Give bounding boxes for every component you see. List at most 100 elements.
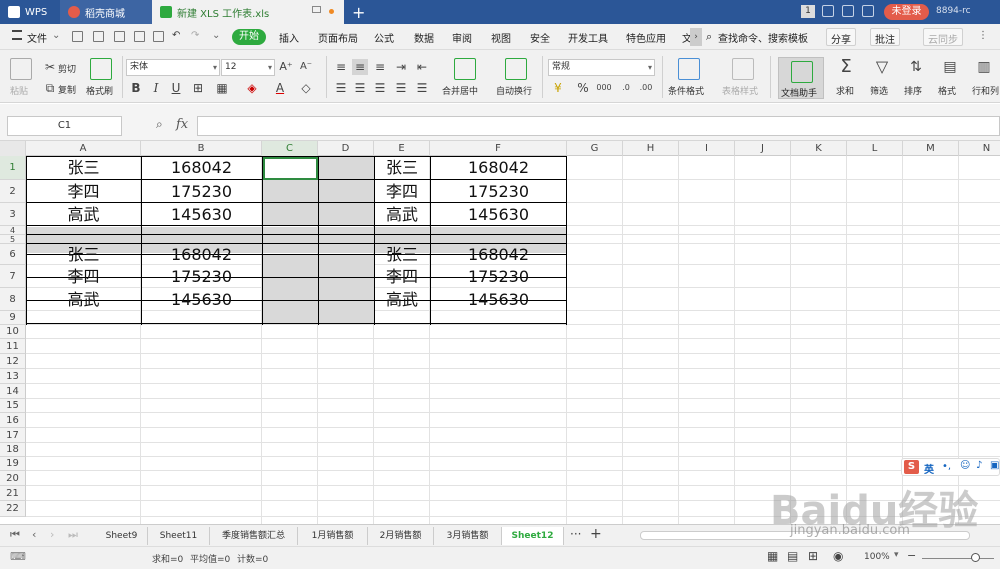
cell-b2[interactable]: 175230: [141, 180, 262, 203]
cell-f6[interactable]: 168042: [430, 244, 567, 265]
cell-b8[interactable]: 145630: [141, 288, 262, 311]
conditional-format-icon[interactable]: [678, 58, 700, 80]
selected-cell-c1[interactable]: [263, 157, 318, 180]
new-tab-button[interactable]: +: [352, 3, 365, 22]
select-all-corner[interactable]: [0, 141, 26, 156]
microphone-icon[interactable]: ♪: [976, 460, 982, 471]
cell-e1[interactable]: 张三: [374, 156, 430, 180]
last-sheet-icon[interactable]: ⏭: [68, 528, 78, 542]
conditional-format-label[interactable]: 条件格式: [668, 84, 704, 97]
emoji-icon[interactable]: ☺: [960, 460, 970, 471]
preview-icon[interactable]: [153, 31, 164, 42]
cell-f2[interactable]: 175230: [430, 180, 567, 203]
eye-protection-icon[interactable]: ◉: [833, 549, 843, 563]
menu-formula[interactable]: 公式: [374, 30, 394, 45]
format-icon[interactable]: ▤: [942, 59, 958, 81]
cell-e3[interactable]: 高武: [374, 203, 430, 226]
column-header-c[interactable]: C: [262, 141, 318, 156]
zoom-level[interactable]: 100%: [864, 552, 890, 562]
menu-page-layout[interactable]: 页面布局: [318, 30, 358, 45]
first-sheet-icon[interactable]: ⏮: [10, 528, 20, 542]
quick-access-chevron-icon[interactable]: ⌄: [212, 30, 220, 41]
format-painter-label[interactable]: 格式刷: [86, 84, 113, 97]
macro-icon[interactable]: ⌨: [10, 550, 26, 563]
tab-document[interactable]: 新建 XLS 工作表.xls: [152, 0, 344, 24]
ime-toolbar[interactable]: S 英 •, ☺ ♪ ▣: [901, 458, 1000, 476]
border-icon[interactable]: ⊞: [190, 80, 206, 96]
menu-developer[interactable]: 开发工具: [568, 30, 608, 45]
align-right-icon[interactable]: ☰: [372, 80, 388, 96]
skin-icon[interactable]: [822, 5, 834, 17]
row-header-20[interactable]: 20: [0, 471, 26, 486]
align-center-icon[interactable]: ☰: [352, 80, 368, 96]
rows-cols-label[interactable]: 行和列: [972, 84, 999, 97]
table-style-label[interactable]: 表格样式: [722, 84, 758, 97]
column-header-k[interactable]: K: [791, 141, 847, 156]
cell-b6[interactable]: 168042: [141, 244, 262, 265]
zoom-dropdown-icon[interactable]: ▾: [894, 550, 899, 560]
row-header-15[interactable]: 15: [0, 399, 26, 413]
unsaved-dot-icon[interactable]: [329, 9, 334, 14]
sum-icon[interactable]: Σ: [838, 58, 854, 81]
rows-cols-icon[interactable]: ▥: [976, 59, 992, 81]
row-header-6[interactable]: 6: [0, 244, 26, 265]
align-left-icon[interactable]: ☰: [333, 80, 349, 96]
chevron-down-icon[interactable]: ⌄: [52, 30, 60, 41]
font-color-icon[interactable]: A: [272, 80, 288, 96]
cloud-sync-button[interactable]: 云同步: [923, 28, 963, 46]
save-icon[interactable]: [72, 31, 83, 42]
decrease-font-icon[interactable]: A⁻: [298, 59, 314, 75]
menu-data[interactable]: 数据: [414, 30, 434, 45]
currency-icon[interactable]: ¥: [550, 80, 566, 96]
open-icon[interactable]: [93, 31, 104, 42]
zoom-slider-track[interactable]: [922, 558, 994, 559]
indent-icon[interactable]: ⇥: [393, 59, 409, 75]
row-header-12[interactable]: 12: [0, 354, 26, 369]
tab-sheet11[interactable]: Sheet11: [148, 527, 210, 545]
format-label[interactable]: 格式: [938, 84, 956, 97]
wrap-text-icon[interactable]: [505, 58, 527, 80]
undo-icon[interactable]: ↶: [172, 30, 180, 41]
column-header-g[interactable]: G: [567, 141, 623, 156]
cell-b1[interactable]: 168042: [141, 156, 262, 180]
prev-sheet-icon[interactable]: ‹: [32, 528, 36, 541]
row-header-13[interactable]: 13: [0, 369, 26, 384]
bold-button[interactable]: B: [128, 80, 144, 96]
row-header-5[interactable]: 5: [0, 235, 26, 244]
row-header-3[interactable]: 3: [0, 203, 26, 226]
cell-a2[interactable]: 李四: [26, 180, 141, 203]
cell-a1[interactable]: 张三: [26, 156, 141, 180]
clear-format-icon[interactable]: ◇: [298, 80, 314, 96]
decrease-decimal-icon[interactable]: .00: [638, 80, 654, 96]
menu-features[interactable]: 特色应用: [626, 30, 666, 45]
tab-feb-sales[interactable]: 2月销售额: [368, 527, 434, 545]
normal-view-icon[interactable]: ▦: [767, 549, 778, 563]
cell-f1[interactable]: 168042: [430, 156, 567, 180]
italic-button[interactable]: I: [148, 80, 164, 96]
grid-border-icon[interactable]: ▦: [214, 80, 230, 96]
format-painter-icon[interactable]: [90, 58, 112, 80]
cell-b3[interactable]: 145630: [141, 203, 262, 226]
row-header-17[interactable]: 17: [0, 428, 26, 443]
row-header-11[interactable]: 11: [0, 339, 26, 354]
cell-e6[interactable]: 张三: [374, 244, 430, 265]
tab-sheet12[interactable]: Sheet12: [502, 527, 564, 545]
filter-icon[interactable]: ▽: [874, 59, 890, 81]
outdent-icon[interactable]: ⇤: [414, 59, 430, 75]
row-header-18[interactable]: 18: [0, 443, 26, 457]
row-header-8[interactable]: 8: [0, 288, 26, 311]
monitor-icon[interactable]: [312, 6, 321, 13]
column-header-l[interactable]: L: [847, 141, 903, 156]
cell-b7[interactable]: 175230: [141, 265, 262, 288]
fx-button[interactable]: fx: [176, 117, 188, 132]
fill-color-icon[interactable]: ◈: [244, 80, 260, 96]
cell-a8[interactable]: 高武: [26, 288, 141, 311]
page-layout-icon[interactable]: ⊞: [808, 549, 818, 563]
row-header-19[interactable]: 19: [0, 457, 26, 471]
page-break-icon[interactable]: ▤: [787, 549, 798, 563]
row-header-16[interactable]: 16: [0, 413, 26, 428]
cell-e7[interactable]: 李四: [374, 265, 430, 288]
scroll-menu-arrow-icon[interactable]: ›: [690, 28, 702, 46]
more-options-icon[interactable]: ⋮: [978, 30, 988, 41]
cell-f3[interactable]: 145630: [430, 203, 567, 226]
